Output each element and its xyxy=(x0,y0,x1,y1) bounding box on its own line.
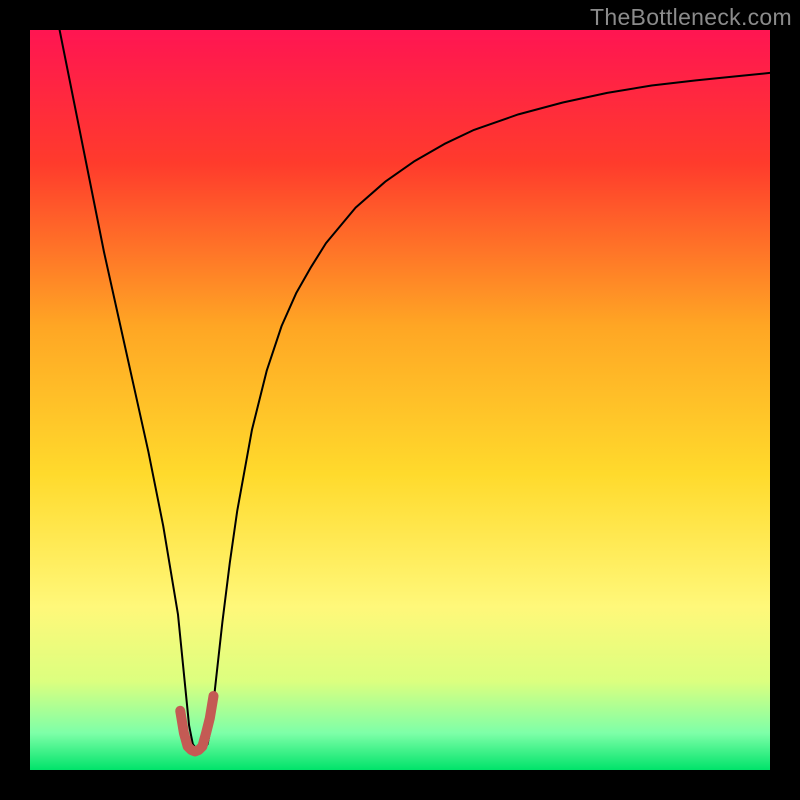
plot-area xyxy=(30,30,770,770)
chart-frame: TheBottleneck.com xyxy=(0,0,800,800)
gradient-background xyxy=(30,30,770,770)
chart-svg xyxy=(30,30,770,770)
attribution-text: TheBottleneck.com xyxy=(590,4,792,31)
